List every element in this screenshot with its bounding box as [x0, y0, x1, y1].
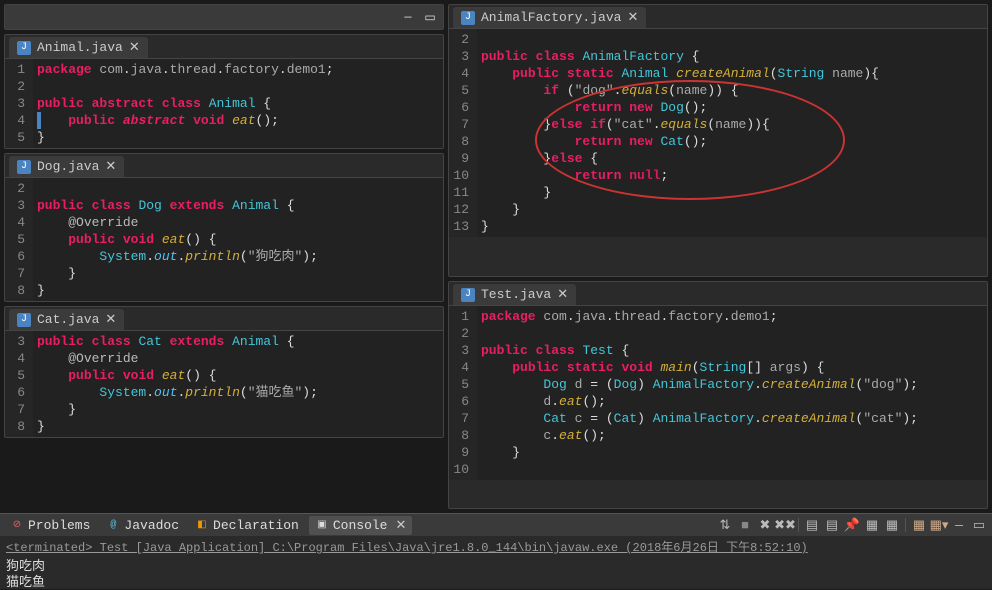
pin-console-icon[interactable]: 📌 — [843, 516, 861, 534]
tab-label: Dog.java — [37, 159, 99, 174]
close-icon[interactable]: ✕ — [395, 518, 406, 533]
tab-problems[interactable]: ⊘ Problems — [4, 516, 96, 535]
code-line[interactable]: public abstract void eat(); — [37, 112, 439, 129]
code-line[interactable]: Cat c = (Cat) AnimalFactory.createAnimal… — [481, 410, 983, 427]
java-file-icon: J — [461, 11, 475, 25]
remove-all-terminated-icon[interactable]: ✖✖ — [776, 516, 794, 534]
display-selected-icon[interactable]: ▦ — [863, 516, 881, 534]
maximize-icon[interactable]: ▭ — [970, 516, 988, 534]
code-line[interactable]: } — [481, 218, 983, 235]
problems-icon: ⊘ — [10, 518, 24, 532]
maximize-icon[interactable]: ▭ — [421, 10, 439, 24]
tab-declaration[interactable]: ◧ Declaration — [189, 516, 305, 535]
open-console-icon[interactable]: ▦ — [883, 516, 901, 534]
code-line[interactable]: Dog d = (Dog) AnimalFactory.createAnimal… — [481, 376, 983, 393]
code-line[interactable]: System.out.println("狗吃肉"); — [37, 248, 439, 265]
code-line[interactable] — [37, 78, 439, 95]
code-line[interactable]: return null; — [481, 167, 983, 184]
code-line[interactable]: public class Test { — [481, 342, 983, 359]
editor-animal: J Animal.java ✕ 12345package com.java.th… — [4, 34, 444, 149]
code-line[interactable]: } — [37, 401, 439, 418]
remove-terminated-icon[interactable]: ✖ — [756, 516, 774, 534]
editor-factory: J AnimalFactory.java ✕ 2345678910111213p… — [448, 4, 988, 277]
code-line[interactable]: public class Dog extends Animal { — [37, 197, 439, 214]
tab-label: Console — [333, 518, 388, 533]
code-line[interactable]: return new Cat(); — [481, 133, 983, 150]
close-icon[interactable]: ✕ — [105, 312, 116, 327]
java-file-icon: J — [461, 288, 475, 302]
clear-console-icon[interactable]: ▤ — [803, 516, 821, 534]
code-line[interactable]: } — [481, 184, 983, 201]
code-line[interactable]: } — [37, 282, 439, 299]
tab-label: Animal.java — [37, 40, 123, 55]
close-icon[interactable]: ✕ — [557, 287, 568, 302]
code-line[interactable]: public static Animal createAnimal(String… — [481, 65, 983, 82]
code-line[interactable]: } — [481, 201, 983, 218]
code-line[interactable] — [481, 31, 983, 48]
code-line[interactable]: public void eat() { — [37, 367, 439, 384]
tab-label: AnimalFactory.java — [481, 10, 621, 25]
code-line[interactable]: return new Dog(); — [481, 99, 983, 116]
tab-cat[interactable]: J Cat.java ✕ — [9, 309, 124, 330]
code-line[interactable]: if ("dog".equals(name)) { — [481, 82, 983, 99]
code-line[interactable]: @Override — [37, 350, 439, 367]
code-line[interactable]: }else { — [481, 150, 983, 167]
editor-cat: J Cat.java ✕ 345678public class Cat exte… — [4, 306, 444, 438]
tab-label: Cat.java — [37, 312, 99, 327]
code-line[interactable]: public void eat() { — [37, 231, 439, 248]
console-output-line: 猫吃鱼 — [6, 571, 986, 587]
code-line[interactable]: public static void main(String[] args) { — [481, 359, 983, 376]
tab-javadoc[interactable]: @ Javadoc — [100, 516, 185, 535]
code-line[interactable]: @Override — [37, 214, 439, 231]
code-line[interactable]: c.eat(); — [481, 427, 983, 444]
code-line[interactable] — [481, 461, 983, 478]
terminate-icon[interactable]: ■ — [736, 516, 754, 534]
close-icon[interactable]: ✕ — [627, 10, 638, 25]
editor-test: J Test.java ✕ 12345678910package com.jav… — [448, 281, 988, 509]
link-icon[interactable]: ⇅ — [716, 516, 734, 534]
new-console-icon[interactable]: ▦▾ — [930, 516, 948, 534]
editor-dog: J Dog.java ✕ 2345678public class Dog ext… — [4, 153, 444, 302]
javadoc-icon: @ — [106, 518, 120, 532]
code-line[interactable]: }else if("cat".equals(name)){ — [481, 116, 983, 133]
code-line[interactable]: } — [481, 444, 983, 461]
console-terminated-line: <terminated> Test [Java Application] C:\… — [6, 538, 986, 555]
code-line[interactable]: public abstract class Animal { — [37, 95, 439, 112]
minimize-icon[interactable]: — — [950, 516, 968, 534]
console-icon: ▣ — [315, 518, 329, 532]
tab-label: Test.java — [481, 287, 551, 302]
code-line[interactable]: package com.java.thread.factory.demo1; — [37, 61, 439, 78]
code-line[interactable]: } — [37, 418, 439, 435]
code-line[interactable]: System.out.println("猫吃鱼"); — [37, 384, 439, 401]
tab-label: Problems — [28, 518, 90, 533]
minimize-icon[interactable]: — — [399, 10, 417, 24]
scroll-lock-icon[interactable]: ▤ — [823, 516, 841, 534]
code-line[interactable]: } — [37, 265, 439, 282]
show-console-icon[interactable]: ▦ — [910, 516, 928, 534]
close-icon[interactable]: ✕ — [105, 159, 116, 174]
tab-test[interactable]: J Test.java ✕ — [453, 284, 576, 305]
tab-label: Javadoc — [124, 518, 179, 533]
tab-label: Declaration — [213, 518, 299, 533]
close-icon[interactable]: ✕ — [129, 40, 140, 55]
code-line[interactable]: } — [37, 129, 439, 146]
left-titlebar-pane: — ▭ — [4, 4, 444, 30]
tab-dog[interactable]: J Dog.java ✕ — [9, 156, 124, 177]
code-line[interactable]: public class Cat extends Animal { — [37, 333, 439, 350]
tab-console[interactable]: ▣ Console ✕ — [309, 516, 413, 535]
console-output-line: 狗吃肉 — [6, 555, 986, 571]
code-line[interactable]: public class AnimalFactory { — [481, 48, 983, 65]
declaration-icon: ◧ — [195, 518, 209, 532]
code-line[interactable]: package com.java.thread.factory.demo1; — [481, 308, 983, 325]
java-file-icon: J — [17, 160, 31, 174]
code-line[interactable]: d.eat(); — [481, 393, 983, 410]
tab-animal[interactable]: J Animal.java ✕ — [9, 37, 148, 58]
bottom-panel: ⊘ Problems @ Javadoc ◧ Declaration ▣ Console… — [0, 513, 992, 589]
code-line[interactable] — [37, 180, 439, 197]
tab-factory[interactable]: J AnimalFactory.java ✕ — [453, 7, 646, 28]
code-line[interactable] — [481, 325, 983, 342]
java-file-icon: J — [17, 313, 31, 327]
java-file-icon: J — [17, 41, 31, 55]
